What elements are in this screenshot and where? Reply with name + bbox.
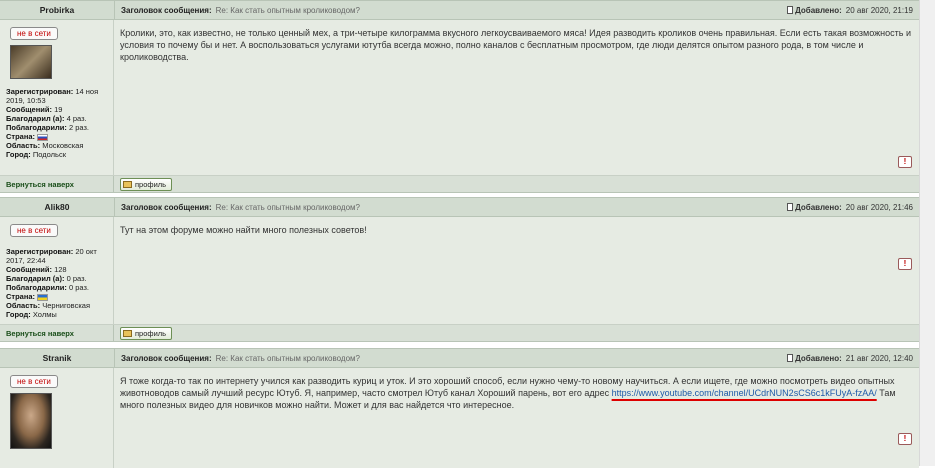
report-button[interactable]: ! xyxy=(898,156,912,168)
date-label: Добавлено: xyxy=(795,5,842,15)
msgs-label: Сообщений: xyxy=(6,105,52,114)
reg-label: Зарегистрирован: xyxy=(6,87,74,96)
subject-label: Заголовок сообщения: xyxy=(121,202,212,212)
profile-button[interactable]: профиль xyxy=(120,326,173,340)
russia-flag-icon xyxy=(37,133,49,141)
subject-label: Заголовок сообщения: xyxy=(121,353,212,363)
author-info: Зарегистрирован: 14 ноя 2019, 10:53 Сооб… xyxy=(6,87,113,159)
post-date: Добавлено: 20 авг 2020, 21:19 xyxy=(787,1,919,19)
post-header: Probirka Заголовок сообщения: Re: Как ст… xyxy=(0,0,919,20)
post-header: Stranik Заголовок сообщения: Re: Как ста… xyxy=(0,348,919,368)
post-date: Добавлено: 20 авг 2020, 21:46 xyxy=(787,198,919,216)
post-footer: Вернуться наверх профиль xyxy=(0,176,919,193)
got-thanks-label: Поблагодарили: xyxy=(6,283,67,292)
date-value: 20 авг 2020, 21:46 xyxy=(845,202,913,212)
region-value: Московская xyxy=(42,141,84,150)
post-text: Кролики, это, как известно, не только це… xyxy=(120,28,911,62)
post-text: Я тоже когда-то так по интернету учился … xyxy=(120,375,913,411)
post-link-icon[interactable] xyxy=(787,354,794,362)
city-label: Город: xyxy=(6,310,31,319)
post-subject: Заголовок сообщения: Re: Как стать опытн… xyxy=(115,1,787,19)
vertical-scrollbar[interactable] xyxy=(919,0,935,466)
profile-button-cell: профиль xyxy=(114,176,919,192)
post-text: Тут на этом форуме можно найти много пол… xyxy=(120,225,367,235)
city-label: Город: xyxy=(6,150,31,159)
offline-status-badge: не в сети xyxy=(10,375,58,388)
post-author[interactable]: Stranik xyxy=(0,349,115,367)
region-label: Область: xyxy=(6,301,41,310)
post-body: не в сети Зарегистрирован: 20 окт 2017, … xyxy=(0,217,919,325)
ukraine-flag-icon xyxy=(37,293,49,301)
profile-button-label: профиль xyxy=(135,179,167,189)
thanked-value: 0 раз. xyxy=(66,274,87,283)
author-profile: не в сети Зарегистрирован: 20 окт 2017, … xyxy=(0,217,114,324)
forum-topic: Probirka Заголовок сообщения: Re: Как ст… xyxy=(0,0,919,468)
date-value: 21 авг 2020, 12:40 xyxy=(845,353,913,363)
date-label: Добавлено: xyxy=(795,353,842,363)
post-date: Добавлено: 21 авг 2020, 12:40 xyxy=(787,349,919,367)
author-info: Зарегистрирован: 20 окт 2017, 22:44 Сооб… xyxy=(6,247,113,319)
youtube-channel-link[interactable]: https://www.youtube.com/channel/UCdrNUN2… xyxy=(612,388,877,398)
subject-text[interactable]: Re: Как стать опытным кролиководом? xyxy=(216,6,360,15)
msgs-label: Сообщений: xyxy=(6,265,52,274)
region-value: Черниговская xyxy=(42,301,91,310)
post-link-icon[interactable] xyxy=(787,6,794,14)
back-to-top-link[interactable]: Вернуться наверх xyxy=(0,176,114,192)
subject-text[interactable]: Re: Как стать опытным кролиководом? xyxy=(216,354,360,363)
msgs-value[interactable]: 19 xyxy=(54,105,62,114)
got-thanks-value: 0 раз. xyxy=(68,283,89,292)
report-button[interactable]: ! xyxy=(898,258,912,270)
post-content: Кролики, это, как известно, не только це… xyxy=(114,20,919,175)
subject-text[interactable]: Re: Как стать опытным кролиководом? xyxy=(216,203,360,212)
msgs-value[interactable]: 128 xyxy=(54,265,67,274)
thanked-label: Благодарил (а): xyxy=(6,274,65,283)
avatar xyxy=(10,393,52,449)
offline-status-badge: не в сети xyxy=(10,224,58,237)
date-value: 20 авг 2020, 21:19 xyxy=(845,5,913,15)
profile-button-cell: профиль xyxy=(114,325,919,341)
profile-button-label: профиль xyxy=(135,328,167,338)
post-subject: Заголовок сообщения: Re: Как стать опытн… xyxy=(115,198,787,216)
reg-label: Зарегистрирован: xyxy=(6,247,74,256)
offline-status-badge: не в сети xyxy=(10,27,58,40)
country-label: Страна: xyxy=(6,292,36,301)
post-content: Я тоже когда-то так по интернету учился … xyxy=(114,368,919,468)
report-button[interactable]: ! xyxy=(898,433,912,445)
post-content: Тут на этом форуме можно найти много пол… xyxy=(114,217,919,324)
post-author[interactable]: Probirka xyxy=(0,1,115,19)
post-author[interactable]: Alik80 xyxy=(0,198,115,216)
profile-button[interactable]: профиль xyxy=(120,177,173,191)
post-footer: Вернуться наверх профиль xyxy=(0,325,919,342)
region-label: Область: xyxy=(6,141,41,150)
got-thanks-label: Поблагодарили: xyxy=(6,123,67,132)
post-header: Alik80 Заголовок сообщения: Re: Как стат… xyxy=(0,197,919,217)
back-to-top-link[interactable]: Вернуться наверх xyxy=(0,325,114,341)
thanked-label: Благодарил (а): xyxy=(6,114,65,123)
got-thanks-value: 2 раз. xyxy=(68,123,89,132)
city-value: Холмы xyxy=(32,310,57,319)
date-label: Добавлено: xyxy=(795,202,842,212)
thanked-value: 4 раз. xyxy=(66,114,87,123)
profile-icon xyxy=(123,329,132,337)
post-body: не в сети Зарегистрирован: 14 ноя 2019, … xyxy=(0,20,919,176)
author-profile: не в сети Зарегистрирован: 14 ноя 2019, … xyxy=(0,20,114,175)
post-link-icon[interactable] xyxy=(787,203,794,211)
city-value: Подольск xyxy=(32,150,66,159)
profile-icon xyxy=(123,180,132,188)
post-subject: Заголовок сообщения: Re: Как стать опытн… xyxy=(115,349,787,367)
post-body: не в сети Я тоже когда-то так по интерне… xyxy=(0,368,919,468)
author-profile: не в сети xyxy=(0,368,114,468)
avatar xyxy=(10,45,52,79)
country-label: Страна: xyxy=(6,132,36,141)
subject-label: Заголовок сообщения: xyxy=(121,5,212,15)
